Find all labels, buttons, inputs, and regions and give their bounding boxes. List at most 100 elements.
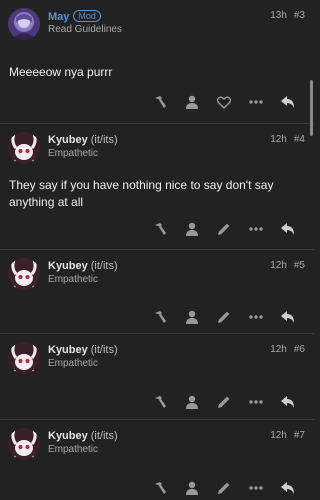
username[interactable]: Kyubey bbox=[48, 344, 88, 356]
hammer-icon bbox=[155, 396, 166, 408]
hammer-button[interactable] bbox=[144, 308, 176, 326]
post-number[interactable]: #3 bbox=[294, 10, 305, 21]
name-row: May Mod bbox=[48, 10, 101, 24]
name-row: Kyubey (it/its) bbox=[48, 344, 118, 357]
post-time[interactable]: 12h bbox=[270, 344, 287, 355]
pencil-icon bbox=[218, 223, 230, 235]
hammer-button[interactable] bbox=[144, 93, 176, 111]
avatar[interactable] bbox=[8, 8, 40, 40]
more-icon bbox=[249, 315, 263, 319]
scrollbar[interactable] bbox=[310, 80, 313, 136]
heart-icon bbox=[217, 96, 231, 109]
pencil-icon bbox=[218, 311, 230, 323]
post-meta: 12h #5 bbox=[270, 260, 305, 271]
reply-button[interactable] bbox=[272, 393, 304, 411]
post-number[interactable]: #5 bbox=[294, 260, 305, 271]
reply-button[interactable] bbox=[272, 93, 304, 111]
like-button[interactable] bbox=[208, 93, 240, 111]
more-button[interactable] bbox=[240, 479, 272, 497]
edit-button[interactable] bbox=[208, 479, 240, 497]
reply-button[interactable] bbox=[272, 220, 304, 238]
post: Kyubey (it/its) Empathetic 12h #4 They say… bbox=[0, 124, 314, 250]
more-icon bbox=[249, 400, 263, 404]
post-actions bbox=[144, 479, 304, 497]
avatar[interactable] bbox=[8, 258, 40, 290]
post-time[interactable]: 12h bbox=[270, 260, 287, 271]
post: Kyubey (it/its) Empathetic 12h #5 bbox=[0, 250, 314, 334]
name-row: Kyubey (it/its) bbox=[48, 430, 118, 443]
post: Kyubey (it/its) Empathetic 12h #6 bbox=[0, 334, 314, 420]
post-actions bbox=[144, 393, 304, 411]
hammer-icon bbox=[155, 311, 166, 323]
username[interactable]: Kyubey bbox=[48, 430, 88, 442]
hammer-icon bbox=[155, 96, 166, 108]
post-content: They say if you have nothing nice to say… bbox=[9, 178, 274, 209]
username[interactable]: Kyubey bbox=[48, 260, 88, 272]
user-title: Empathetic bbox=[48, 444, 99, 455]
mod-badge: Mod bbox=[73, 10, 101, 22]
person-icon bbox=[186, 310, 198, 324]
post-number[interactable]: #6 bbox=[294, 344, 305, 355]
reply-button[interactable] bbox=[272, 308, 304, 326]
post-meta: 12h #4 bbox=[270, 134, 305, 145]
post-actions bbox=[144, 220, 304, 238]
post: May Mod Read Guidelines 13h #3 Meeeeow nya… bbox=[0, 0, 314, 124]
user-title: Empathetic bbox=[48, 148, 99, 159]
user-title: Empathetic bbox=[48, 274, 99, 285]
reply-button[interactable] bbox=[272, 479, 304, 497]
more-icon bbox=[249, 100, 263, 104]
more-icon bbox=[249, 486, 263, 490]
kyubey-avatar-icon bbox=[8, 258, 40, 290]
user-button[interactable] bbox=[176, 393, 208, 411]
avatar[interactable] bbox=[8, 342, 40, 374]
username[interactable]: May bbox=[48, 11, 69, 23]
avatar[interactable] bbox=[8, 428, 40, 460]
more-button[interactable] bbox=[240, 393, 272, 411]
hammer-button[interactable] bbox=[144, 220, 176, 238]
post: Kyubey (it/its) Empathetic 12h #7 bbox=[0, 420, 314, 500]
person-icon bbox=[186, 222, 198, 236]
edit-button[interactable] bbox=[208, 308, 240, 326]
user-title: Read Guidelines bbox=[48, 24, 122, 35]
purple-anime-avatar-icon bbox=[8, 8, 40, 40]
more-button[interactable] bbox=[240, 308, 272, 326]
reply-icon bbox=[281, 396, 294, 408]
edit-button[interactable] bbox=[208, 220, 240, 238]
post-time[interactable]: 12h bbox=[270, 430, 287, 441]
post-time[interactable]: 13h bbox=[270, 10, 287, 21]
user-button[interactable] bbox=[176, 479, 208, 497]
reply-icon bbox=[281, 482, 294, 494]
reply-icon bbox=[281, 223, 294, 235]
avatar[interactable] bbox=[8, 132, 40, 164]
post-time[interactable]: 12h bbox=[270, 134, 287, 145]
user-button[interactable] bbox=[176, 220, 208, 238]
user-button[interactable] bbox=[176, 308, 208, 326]
hammer-button[interactable] bbox=[144, 479, 176, 497]
pencil-icon bbox=[218, 396, 230, 408]
user-button[interactable] bbox=[176, 93, 208, 111]
person-icon bbox=[186, 395, 198, 409]
more-button[interactable] bbox=[240, 93, 272, 111]
post-number[interactable]: #7 bbox=[294, 430, 305, 441]
post-meta: 13h #3 bbox=[270, 10, 305, 21]
post-actions bbox=[144, 93, 304, 111]
post-number[interactable]: #4 bbox=[294, 134, 305, 145]
kyubey-avatar-icon bbox=[8, 342, 40, 374]
pencil-icon bbox=[218, 482, 230, 494]
post-meta: 12h #6 bbox=[270, 344, 305, 355]
name-row: Kyubey (it/its) bbox=[48, 260, 118, 273]
reply-icon bbox=[281, 96, 294, 108]
more-icon bbox=[249, 227, 263, 231]
post-content: Meeeeow nya purrr bbox=[9, 65, 113, 79]
edit-button[interactable] bbox=[208, 393, 240, 411]
username[interactable]: Kyubey bbox=[48, 134, 88, 146]
more-button[interactable] bbox=[240, 220, 272, 238]
post-meta: 12h #7 bbox=[270, 430, 305, 441]
hammer-icon bbox=[155, 482, 166, 494]
pronouns: (it/its) bbox=[90, 430, 118, 442]
person-icon bbox=[186, 481, 198, 495]
hammer-button[interactable] bbox=[144, 393, 176, 411]
kyubey-avatar-icon bbox=[8, 428, 40, 460]
user-title: Empathetic bbox=[48, 358, 99, 369]
pronouns: (it/its) bbox=[90, 134, 118, 146]
